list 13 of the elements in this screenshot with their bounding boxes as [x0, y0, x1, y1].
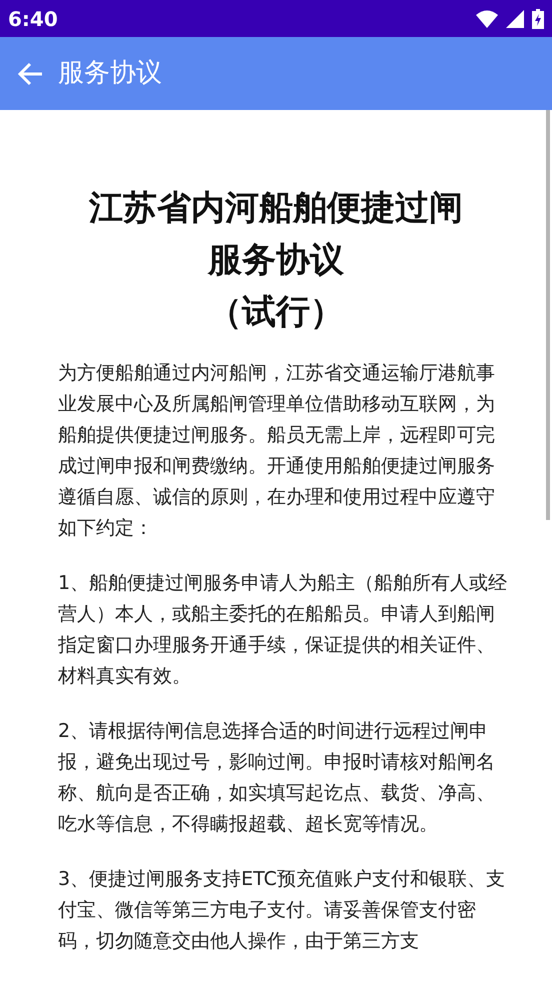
- paragraph: 为方便船舶通过内河船闸，江苏省交通运输厅港航事业发展中心及所属船闸管理单位借助移动互联网，为船舶提供便捷过闸服务。船员无需上岸，远程即可完成过闸申报和闸费缴纳。开通使用船舶便捷过闸服务遵循自愿、诚信的原则，在办理和使用过程中应遵守如下约定：: [58, 361, 496, 541]
- battery-icon: [532, 8, 544, 28]
- signal-icon: [506, 10, 524, 28]
- document-title: 服务协议: [206, 239, 345, 282]
- back-icon[interactable]: [18, 62, 44, 86]
- paragraph: 3、便捷过闸服务支持ETC预充值账户支付和银联、支付宝、微信等第三方电子支付。请妥善保管支付密码，切勿随意交由他人操作，由于第三方支: [58, 867, 506, 954]
- paragraph: 2、请根据待闸信息选择合适的时间进行远程过闸申报，避免出现过号，影响过闸。申报时请核对船闸名称、航向是否正确，如实填写起讫点、载货、净高、吃水等信息，不得瞒报超载、超长宽等情况。: [58, 719, 496, 837]
- document-title: 江苏省内河船舶便捷过闸: [88, 187, 464, 230]
- document-title: （试行）: [207, 291, 345, 334]
- paragraph: 1、船舶便捷过闸服务申请人为船主（船舶所有人或经营人）本人，或船主委托的在船船员。申请人到船闸指定窗口办理服务开通手续，保证提供的相关证件、材料真实有效。: [58, 571, 508, 689]
- app-bar-title: 服务协议: [58, 57, 162, 90]
- status-time: 6:40: [8, 6, 58, 32]
- wifi-icon: [476, 10, 498, 28]
